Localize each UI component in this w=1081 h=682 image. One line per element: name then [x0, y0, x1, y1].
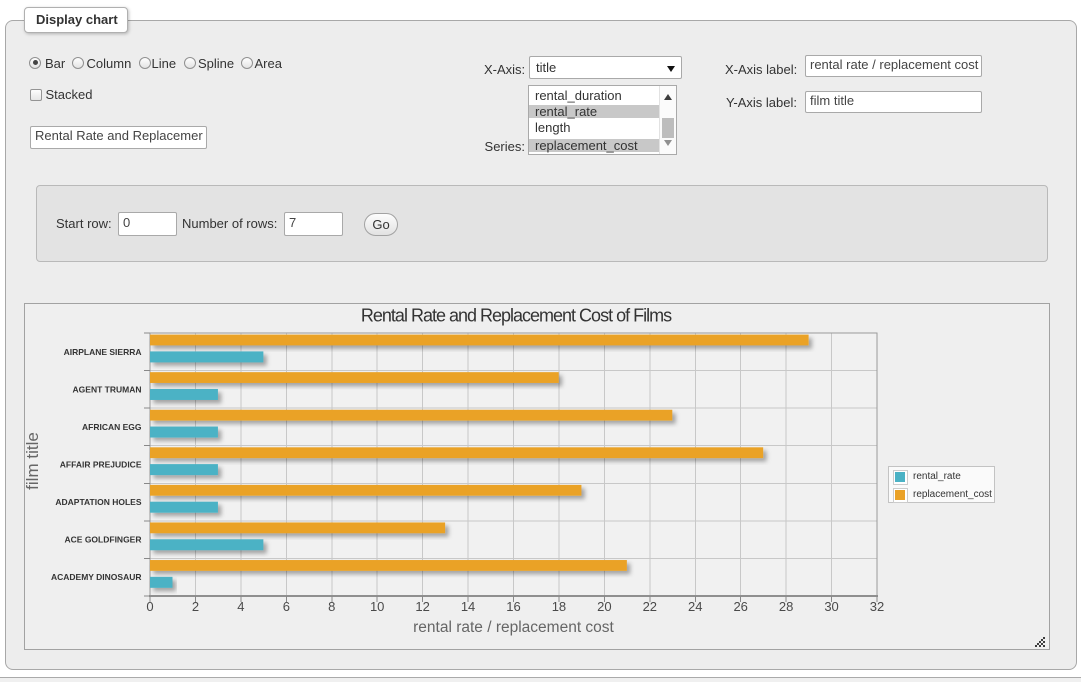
svg-text:Rental Rate and Replacement Co: Rental Rate and Replacement Cost of Film… [361, 306, 672, 326]
svg-text:4: 4 [237, 599, 244, 614]
svg-text:26: 26 [733, 599, 747, 614]
svg-text:18: 18 [552, 599, 566, 614]
svg-text:20: 20 [597, 599, 611, 614]
svg-text:AGENT TRUMAN: AGENT TRUMAN [73, 384, 142, 394]
svg-text:28: 28 [779, 599, 793, 614]
svg-text:film title: film title [23, 432, 42, 490]
svg-text:14: 14 [461, 599, 475, 614]
svg-text:10: 10 [370, 599, 384, 614]
svg-text:16: 16 [506, 599, 520, 614]
svg-text:30: 30 [824, 599, 838, 614]
svg-text:ACADEMY DINOSAUR: ACADEMY DINOSAUR [51, 572, 142, 582]
svg-text:2: 2 [192, 599, 199, 614]
svg-text:6: 6 [283, 599, 290, 614]
svg-text:AIRPLANE SIERRA: AIRPLANE SIERRA [64, 347, 142, 357]
svg-text:22: 22 [643, 599, 657, 614]
svg-text:8: 8 [328, 599, 335, 614]
svg-text:ACE GOLDFINGER: ACE GOLDFINGER [65, 535, 142, 545]
svg-text:32: 32 [870, 599, 884, 614]
svg-text:ADAPTATION HOLES: ADAPTATION HOLES [55, 497, 141, 507]
svg-text:AFFAIR PREJUDICE: AFFAIR PREJUDICE [60, 460, 142, 470]
svg-text:24: 24 [688, 599, 702, 614]
svg-text:12: 12 [415, 599, 429, 614]
svg-text:AFRICAN EGG: AFRICAN EGG [82, 422, 142, 432]
svg-text:0: 0 [146, 599, 153, 614]
svg-text:rental rate / replacement cost: rental rate / replacement cost [413, 619, 614, 636]
